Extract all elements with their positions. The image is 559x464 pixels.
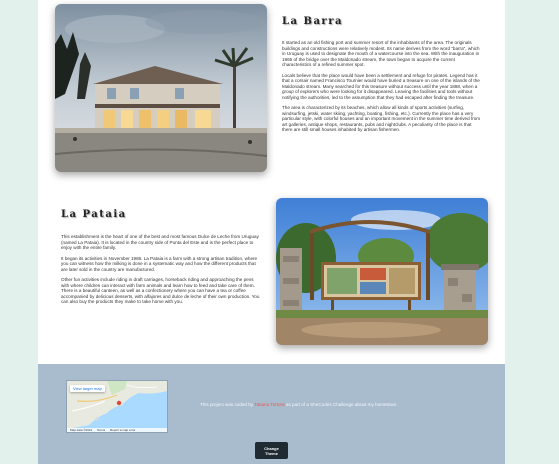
la-barra-paragraph: The area is characterized by its beaches… — [282, 105, 481, 132]
la-pataia-title: La Pataia — [61, 209, 127, 220]
author-link[interactable]: Tatiana Tortora — [254, 402, 284, 407]
la-barra-paragraph: Locals believe that the place would have… — [282, 72, 480, 100]
la-barra-image — [55, 4, 267, 172]
la-barra-photo — [55, 4, 267, 172]
la-pataia-paragraph: It began its activities in November 1986… — [61, 255, 258, 272]
map-terms-link[interactable]: Terms — [97, 428, 105, 432]
page-container: La Barra It started as an old fishing po… — [38, 0, 505, 464]
la-pataia-description: This establishment is the heart of one o… — [61, 234, 261, 310]
change-theme-button[interactable]: Change Theme — [255, 442, 288, 459]
la-pataia-paragraph: This establishment is the heart of one o… — [61, 234, 259, 250]
map-data-label: Map data ©2021 — [70, 428, 93, 432]
map-attribution: Map data ©2021 Terms Report a map error — [67, 428, 167, 432]
view-larger-map-link[interactable]: View larger map — [70, 385, 105, 392]
la-barra-title: La Barra — [282, 16, 343, 27]
la-barra-paragraph: It started as an old fishing port and su… — [282, 40, 480, 67]
credit-suffix: as part of a SheCodes Challenge about my… — [285, 402, 398, 407]
la-pataia-paragraph: Other fun activities include riding in d… — [61, 277, 260, 304]
footer: View larger map Map data ©2021 Terms Rep… — [38, 364, 505, 464]
map-report-error-link[interactable]: Report a map error — [110, 428, 135, 432]
embedded-map[interactable]: View larger map Map data ©2021 Terms Rep… — [66, 380, 168, 433]
project-credit: This project was coded by Tatiana Tortor… — [200, 402, 480, 408]
la-pataia-image — [276, 198, 488, 345]
la-pataia-photo — [276, 198, 488, 345]
la-barra-description: It started as an old fishing port and su… — [282, 40, 482, 138]
map-pin-icon — [116, 400, 122, 406]
credit-prefix: This project was coded by — [200, 402, 254, 407]
